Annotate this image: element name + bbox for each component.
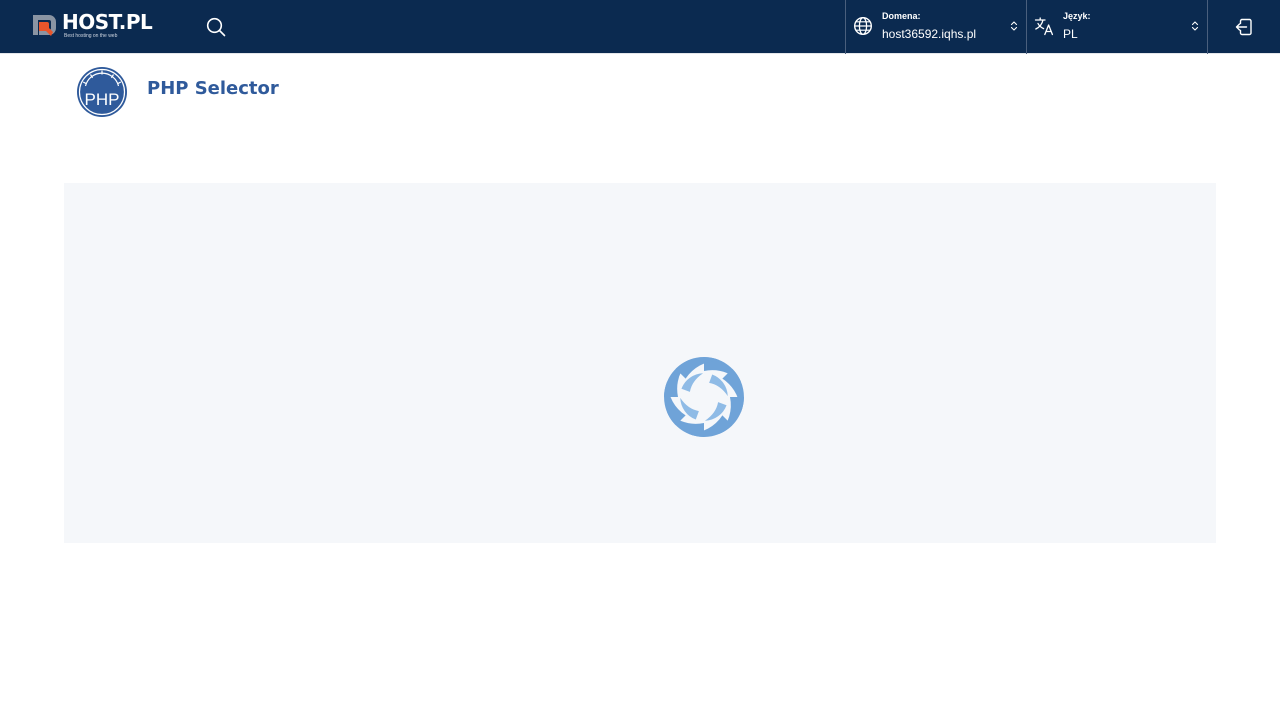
domain-selector[interactable]: Domena: host36592.iqhs.pl	[845, 0, 1026, 54]
brand-logo[interactable]: HOST.PL Best hosting on the web	[30, 11, 155, 41]
content-panel	[64, 183, 1216, 543]
chevron-up-down-icon	[1010, 21, 1018, 31]
language-selector[interactable]: Język: PL	[1026, 0, 1207, 54]
logout-icon	[1235, 18, 1252, 36]
language-selector-label: Język:	[1063, 11, 1091, 21]
chevron-up-down-icon	[1191, 21, 1199, 31]
loading-spinner-icon	[664, 357, 744, 437]
language-selector-value: PL	[1063, 27, 1078, 41]
brand-tagline: Best hosting on the web	[64, 33, 118, 39]
search-icon	[206, 17, 226, 37]
page-title: PHP Selector	[147, 77, 279, 99]
search-button[interactable]	[203, 14, 229, 40]
php-logo-text: PHP	[85, 90, 120, 109]
domain-selector-value: host36592.iqhs.pl	[882, 27, 977, 41]
domain-selector-label: Domena:	[882, 11, 921, 21]
page-header: PHP PHP Selector	[76, 66, 279, 118]
brand-name: HOST.PL	[62, 10, 153, 34]
brand-logo-mark-icon	[33, 15, 56, 36]
top-navigation-bar: HOST.PL Best hosting on the web Domena: …	[0, 0, 1280, 54]
logout-button[interactable]	[1207, 0, 1280, 54]
translate-icon	[1034, 17, 1054, 36]
globe-icon	[853, 16, 873, 36]
php-selector-logo-icon: PHP	[77, 67, 127, 117]
